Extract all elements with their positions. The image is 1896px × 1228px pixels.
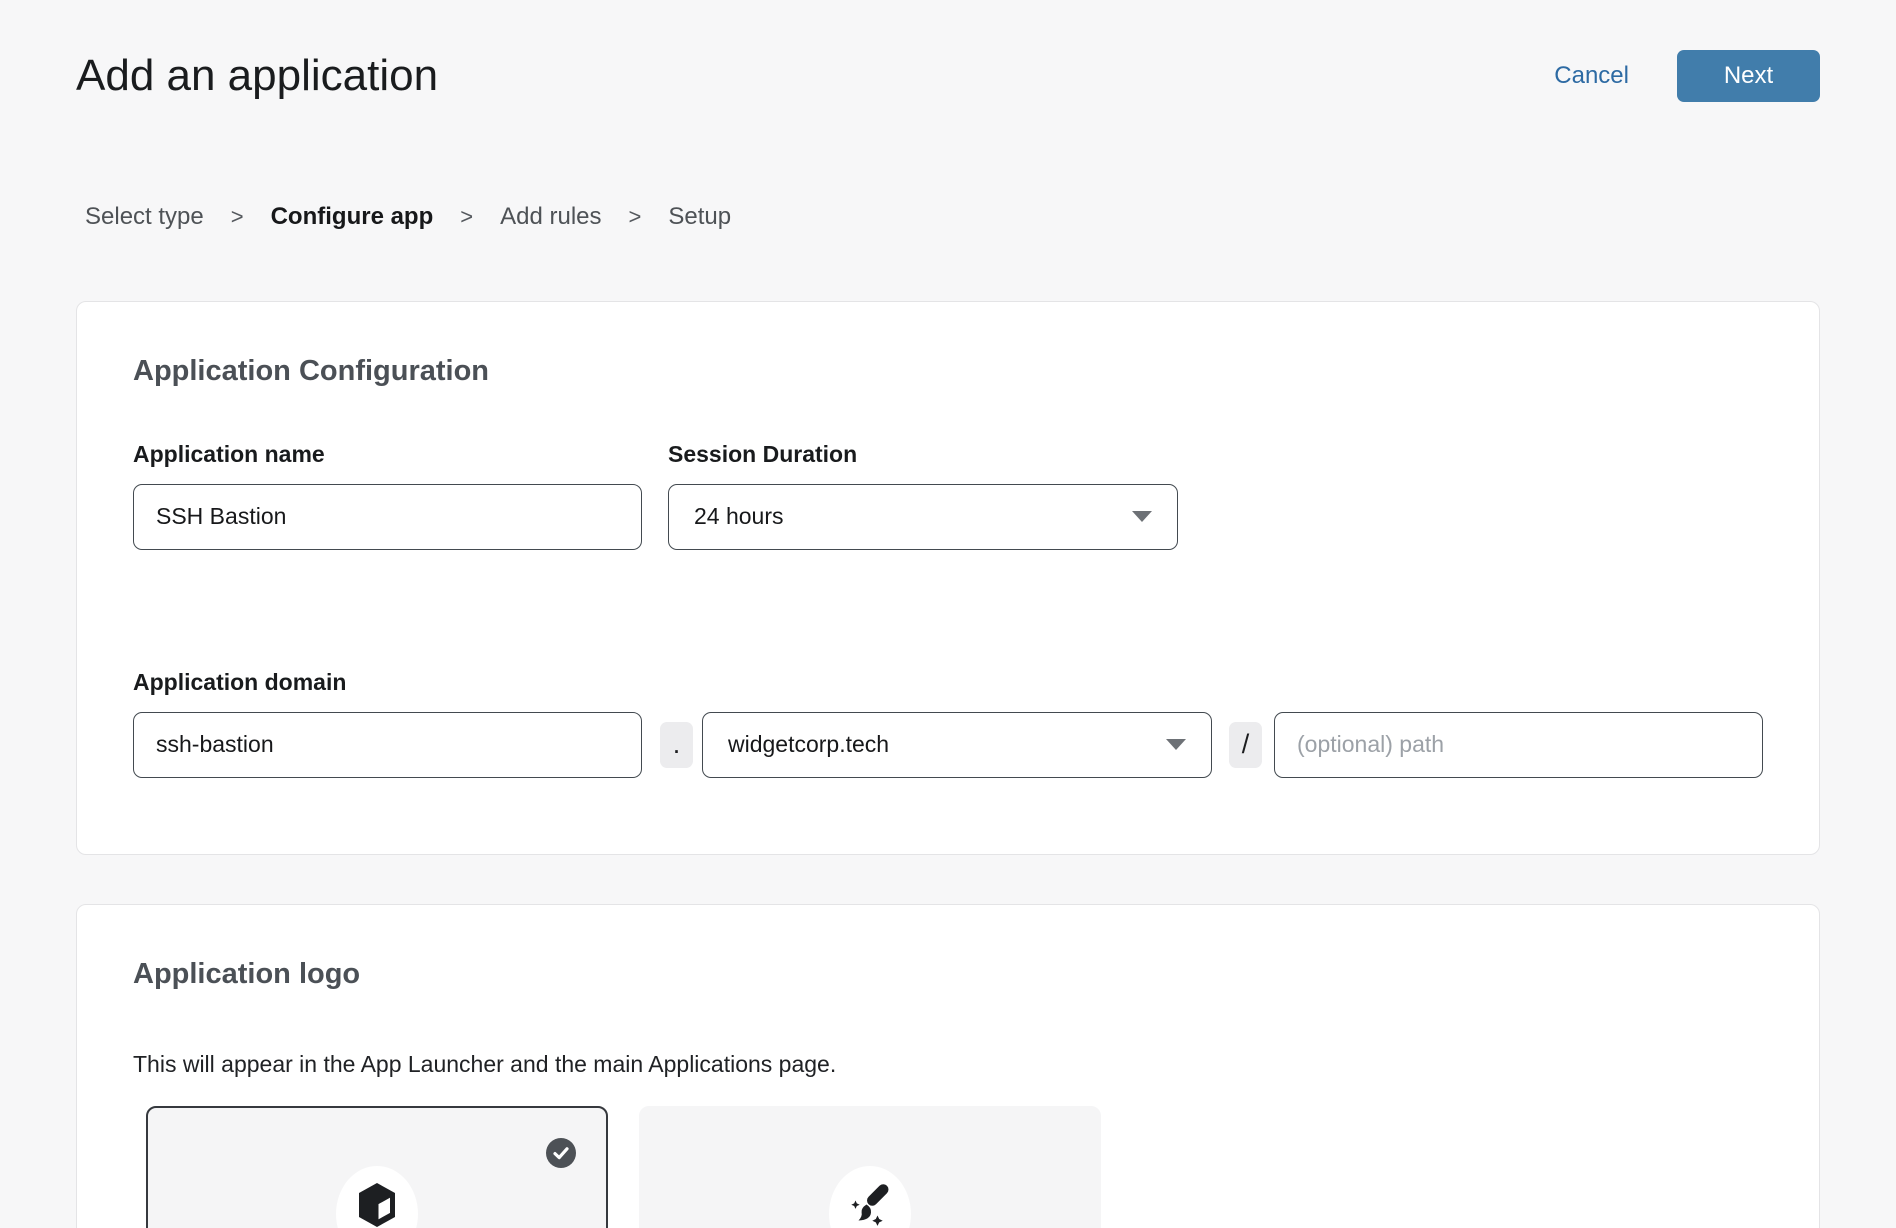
chevron-down-icon: [1166, 739, 1186, 750]
paintbrush-icon: [848, 1182, 892, 1228]
domain-slash-separator: /: [1229, 722, 1262, 768]
application-name-group: Application name: [133, 440, 642, 550]
breadcrumb-separator-icon: >: [629, 204, 642, 230]
next-button[interactable]: Next: [1677, 50, 1820, 102]
cube-icon: [357, 1182, 397, 1228]
session-duration-label: Session Duration: [668, 440, 1178, 468]
cancel-button[interactable]: Cancel: [1554, 62, 1629, 90]
breadcrumb-separator-icon: >: [231, 204, 244, 230]
add-application-page: Add an application Cancel Next Select ty…: [0, 50, 1896, 1228]
section-title-application-configuration: Application Configuration: [133, 354, 1763, 388]
application-domain-row: . widgetcorp.tech /: [133, 696, 1763, 778]
application-logo-card: Application logo This will appear in the…: [76, 904, 1820, 1228]
page-title: Add an application: [76, 50, 438, 103]
logo-option-default[interactable]: [146, 1106, 608, 1228]
domain-dot-separator: .: [660, 722, 693, 768]
breadcrumb-step-setup[interactable]: Setup: [668, 203, 731, 231]
logo-circle: [829, 1166, 911, 1228]
header-actions: Cancel Next: [1554, 50, 1820, 102]
chevron-down-icon: [1132, 511, 1152, 522]
logo-option-custom[interactable]: [639, 1106, 1101, 1228]
breadcrumb-separator-icon: >: [460, 204, 473, 230]
domain-select[interactable]: widgetcorp.tech: [702, 712, 1212, 778]
logo-circle: [336, 1166, 418, 1228]
page-header: Add an application Cancel Next: [76, 50, 1820, 103]
wizard-breadcrumb: Select type > Configure app > Add rules …: [76, 203, 1820, 231]
session-duration-select[interactable]: 24 hours: [668, 484, 1178, 550]
application-name-label: Application name: [133, 440, 642, 468]
session-duration-value: 24 hours: [694, 503, 784, 530]
breadcrumb-step-configure-app: Configure app: [271, 203, 434, 231]
session-duration-group: Session Duration 24 hours: [668, 440, 1178, 550]
application-domain-label: Application domain: [133, 668, 1763, 696]
application-configuration-card: Application Configuration Application na…: [76, 301, 1820, 855]
path-input[interactable]: [1274, 712, 1763, 778]
domain-select-value: widgetcorp.tech: [728, 731, 889, 758]
breadcrumb-step-select-type[interactable]: Select type: [85, 203, 204, 231]
subdomain-input[interactable]: [133, 712, 642, 778]
selected-check-icon: [546, 1138, 576, 1168]
application-logo-description: This will appear in the App Launcher and…: [133, 1051, 1763, 1077]
application-name-input[interactable]: [133, 484, 642, 550]
section-title-application-logo: Application logo: [133, 957, 1763, 991]
breadcrumb-step-add-rules[interactable]: Add rules: [500, 203, 601, 231]
logo-options: [146, 1106, 1763, 1228]
